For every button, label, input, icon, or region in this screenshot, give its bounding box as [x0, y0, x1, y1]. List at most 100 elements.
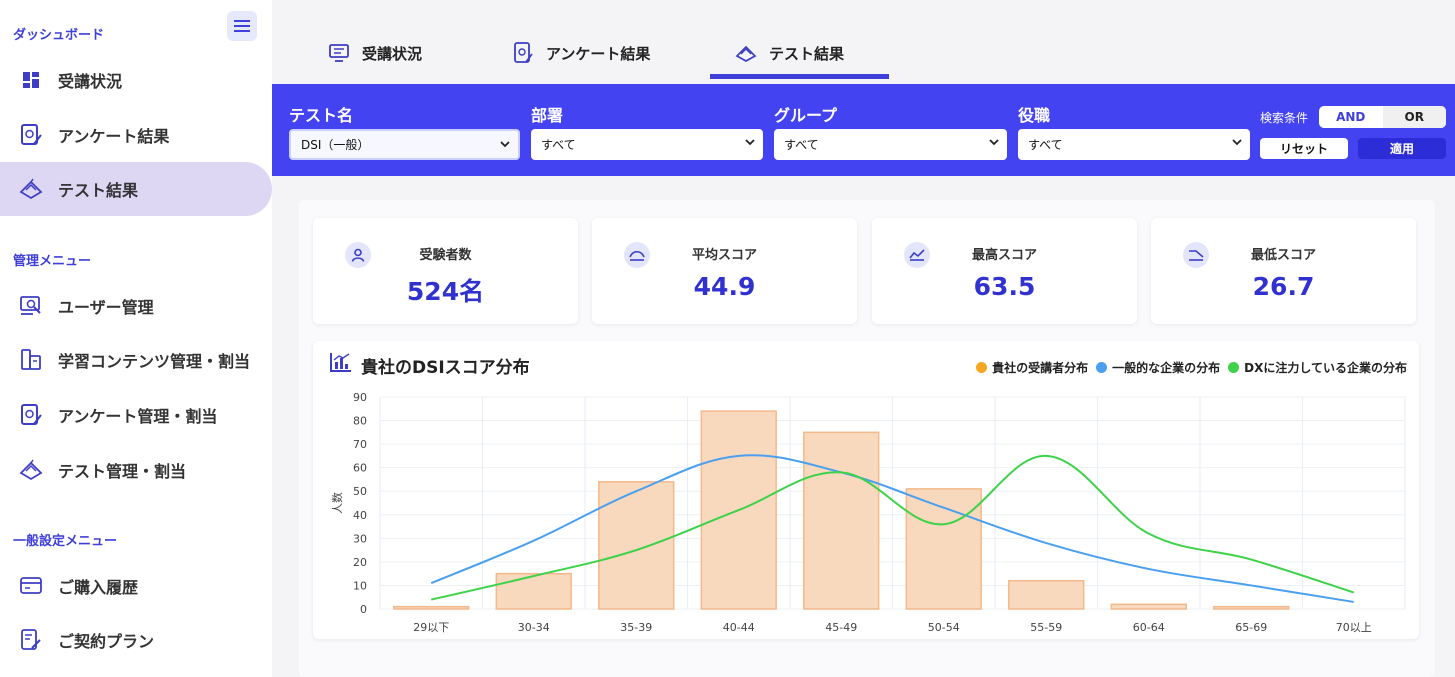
group-select[interactable]: すべて [774, 129, 1007, 160]
sidebar-item-label: テスト結果 [58, 181, 139, 200]
x-tick-label: 40-44 [723, 621, 755, 634]
sidebar-item-test-management[interactable]: テスト管理・割当 [0, 443, 272, 497]
position-value: すべて [1028, 138, 1063, 152]
tab-attendance[interactable]: 受講状況 [328, 38, 422, 68]
credit-card-icon [18, 573, 44, 599]
monitor-icon [328, 42, 350, 64]
y-tick-label: 0 [360, 603, 367, 616]
and-option[interactable]: AND [1319, 106, 1383, 128]
admin-section-title: 管理メニュー [13, 254, 92, 269]
y-tick-label: 40 [353, 509, 367, 522]
stat-card-max: 最高スコア 63.5 [872, 218, 1137, 324]
sidebar-item-user-management[interactable]: ユーザー管理 [0, 279, 272, 333]
stat-card-min: 最低スコア 26.7 [1151, 218, 1416, 324]
dashboard-section-title: ダッシュボード [13, 28, 105, 43]
bar [1008, 579, 1085, 610]
survey-icon [18, 402, 44, 428]
stat-value: 63.5 [973, 272, 1036, 301]
sidebar-item-label: ご契約プラン [58, 632, 155, 651]
sidebar-item-label: アンケート結果 [58, 127, 170, 146]
y-tick-label: 90 [353, 391, 367, 404]
test-icon [18, 176, 44, 202]
y-tick-label: 20 [353, 556, 367, 569]
tab-test-results[interactable]: テスト結果 [735, 38, 844, 68]
test-name-value: DSI（一般） [301, 138, 370, 152]
department-label: 部署 [531, 106, 564, 125]
x-tick-label: 29以下 [413, 621, 449, 634]
sidebar-item-label: 学習コンテンツ管理・割当 [58, 352, 251, 371]
bar [393, 605, 470, 610]
sidebar-item-contract-plan[interactable]: ご契約プラン [0, 613, 272, 667]
bar [495, 572, 572, 610]
y-tick-label: 50 [353, 485, 367, 498]
group-value: すべて [784, 138, 819, 152]
user-search-icon [18, 293, 44, 319]
bar [803, 431, 880, 610]
bar [1110, 603, 1187, 610]
chevron-down-icon [745, 139, 755, 146]
tab-bar: 受講状況 アンケート結果 テスト結果 [272, 0, 1455, 84]
sidebar-item-survey-results[interactable]: アンケート結果 [0, 108, 272, 162]
stat-label: 受験者数 [419, 248, 472, 263]
x-tick-label: 65-69 [1235, 621, 1267, 634]
stat-label: 最低スコア [1250, 248, 1316, 263]
test-name-select[interactable]: DSI（一般） [289, 129, 520, 160]
sidebar-item-label: ユーザー管理 [58, 298, 154, 317]
tab-label: アンケート結果 [546, 44, 651, 63]
stat-card-average: 平均スコア 44.9 [592, 218, 857, 324]
sidebar-item-label: ご購入履歴 [58, 578, 139, 597]
content-icon [18, 347, 44, 373]
position-label: 役職 [1018, 106, 1051, 125]
x-tick-label: 55-59 [1030, 621, 1062, 634]
hamburger-menu-button[interactable] [227, 11, 257, 41]
sidebar-item-test-results[interactable]: テスト結果 [0, 162, 272, 216]
settings-section-title: 一般設定メニュー [13, 534, 118, 549]
x-tick-label: 35-39 [620, 621, 652, 634]
test-icon [735, 42, 757, 64]
stat-value: 524名 [406, 277, 485, 306]
x-tick-label: 45-49 [825, 621, 857, 634]
and-or-toggle: AND OR [1319, 106, 1446, 128]
group-label: グループ [774, 106, 838, 125]
results-panel: 受験者数 524名 平均スコア 44.9 最高スコア 63.5 最低スコア 26… [299, 200, 1435, 677]
y-tick-label: 70 [353, 438, 367, 451]
bar [598, 481, 675, 610]
x-tick-label: 70以上 [1336, 621, 1372, 634]
test-icon [18, 457, 44, 483]
stat-label: 最高スコア [971, 248, 1037, 263]
chevron-down-icon [1232, 139, 1242, 146]
sidebar-item-survey-management[interactable]: アンケート管理・割当 [0, 388, 272, 442]
y-tick-label: 80 [353, 415, 367, 428]
survey-icon [18, 122, 44, 148]
hamburger-icon [234, 20, 250, 32]
department-value: すべて [541, 138, 576, 152]
chevron-down-icon [989, 139, 999, 146]
y-tick-label: 60 [353, 462, 367, 475]
tab-survey-results[interactable]: アンケート結果 [512, 38, 650, 68]
or-option[interactable]: OR [1382, 106, 1446, 128]
sidebar-item-content-management[interactable]: 学習コンテンツ管理・割当 [0, 333, 272, 387]
apply-button[interactable]: 適用 [1358, 138, 1446, 159]
sidebar-item-label: 受講状況 [58, 72, 123, 91]
dashboard-grid-icon [18, 67, 44, 93]
score-distribution-card: 貴社のDSIスコア分布 貴社の受講者分布 一般的な企業の分布 DXに注力している… [313, 341, 1419, 639]
sidebar-item-attendance[interactable]: 受講状況 [0, 53, 272, 107]
tab-label: テスト結果 [769, 44, 845, 63]
x-tick-label: 30-34 [518, 621, 550, 634]
score-distribution-chart: 0 10 20 30 40 50 60 70 80 90 人数 29以下 30-34 35-39 40-44… [331, 391, 1406, 634]
y-axis-label: 人数 [331, 492, 344, 514]
position-select[interactable]: すべて [1018, 129, 1250, 160]
x-tick-label: 60-64 [1133, 621, 1165, 634]
contract-icon [18, 627, 44, 653]
sidebar: ダッシュボード 受講状況 アンケート結果 テスト結果 管理メニュー ユーザー管理… [0, 0, 272, 677]
sidebar-item-purchase-history[interactable]: ご購入履歴 [0, 559, 272, 613]
y-tick-label: 10 [353, 579, 367, 592]
reset-button[interactable]: リセット [1260, 138, 1348, 159]
main-content: 受講状況 アンケート結果 テスト結果 テスト名 DSI（一般） 部署 すべて グ… [272, 0, 1455, 677]
tab-label: 受講状況 [362, 44, 423, 63]
department-select[interactable]: すべて [531, 129, 763, 160]
active-tab-indicator [710, 74, 889, 79]
y-tick-label: 30 [353, 532, 367, 545]
survey-icon [512, 42, 534, 64]
search-condition-label: 検索条件 [1260, 111, 1309, 125]
